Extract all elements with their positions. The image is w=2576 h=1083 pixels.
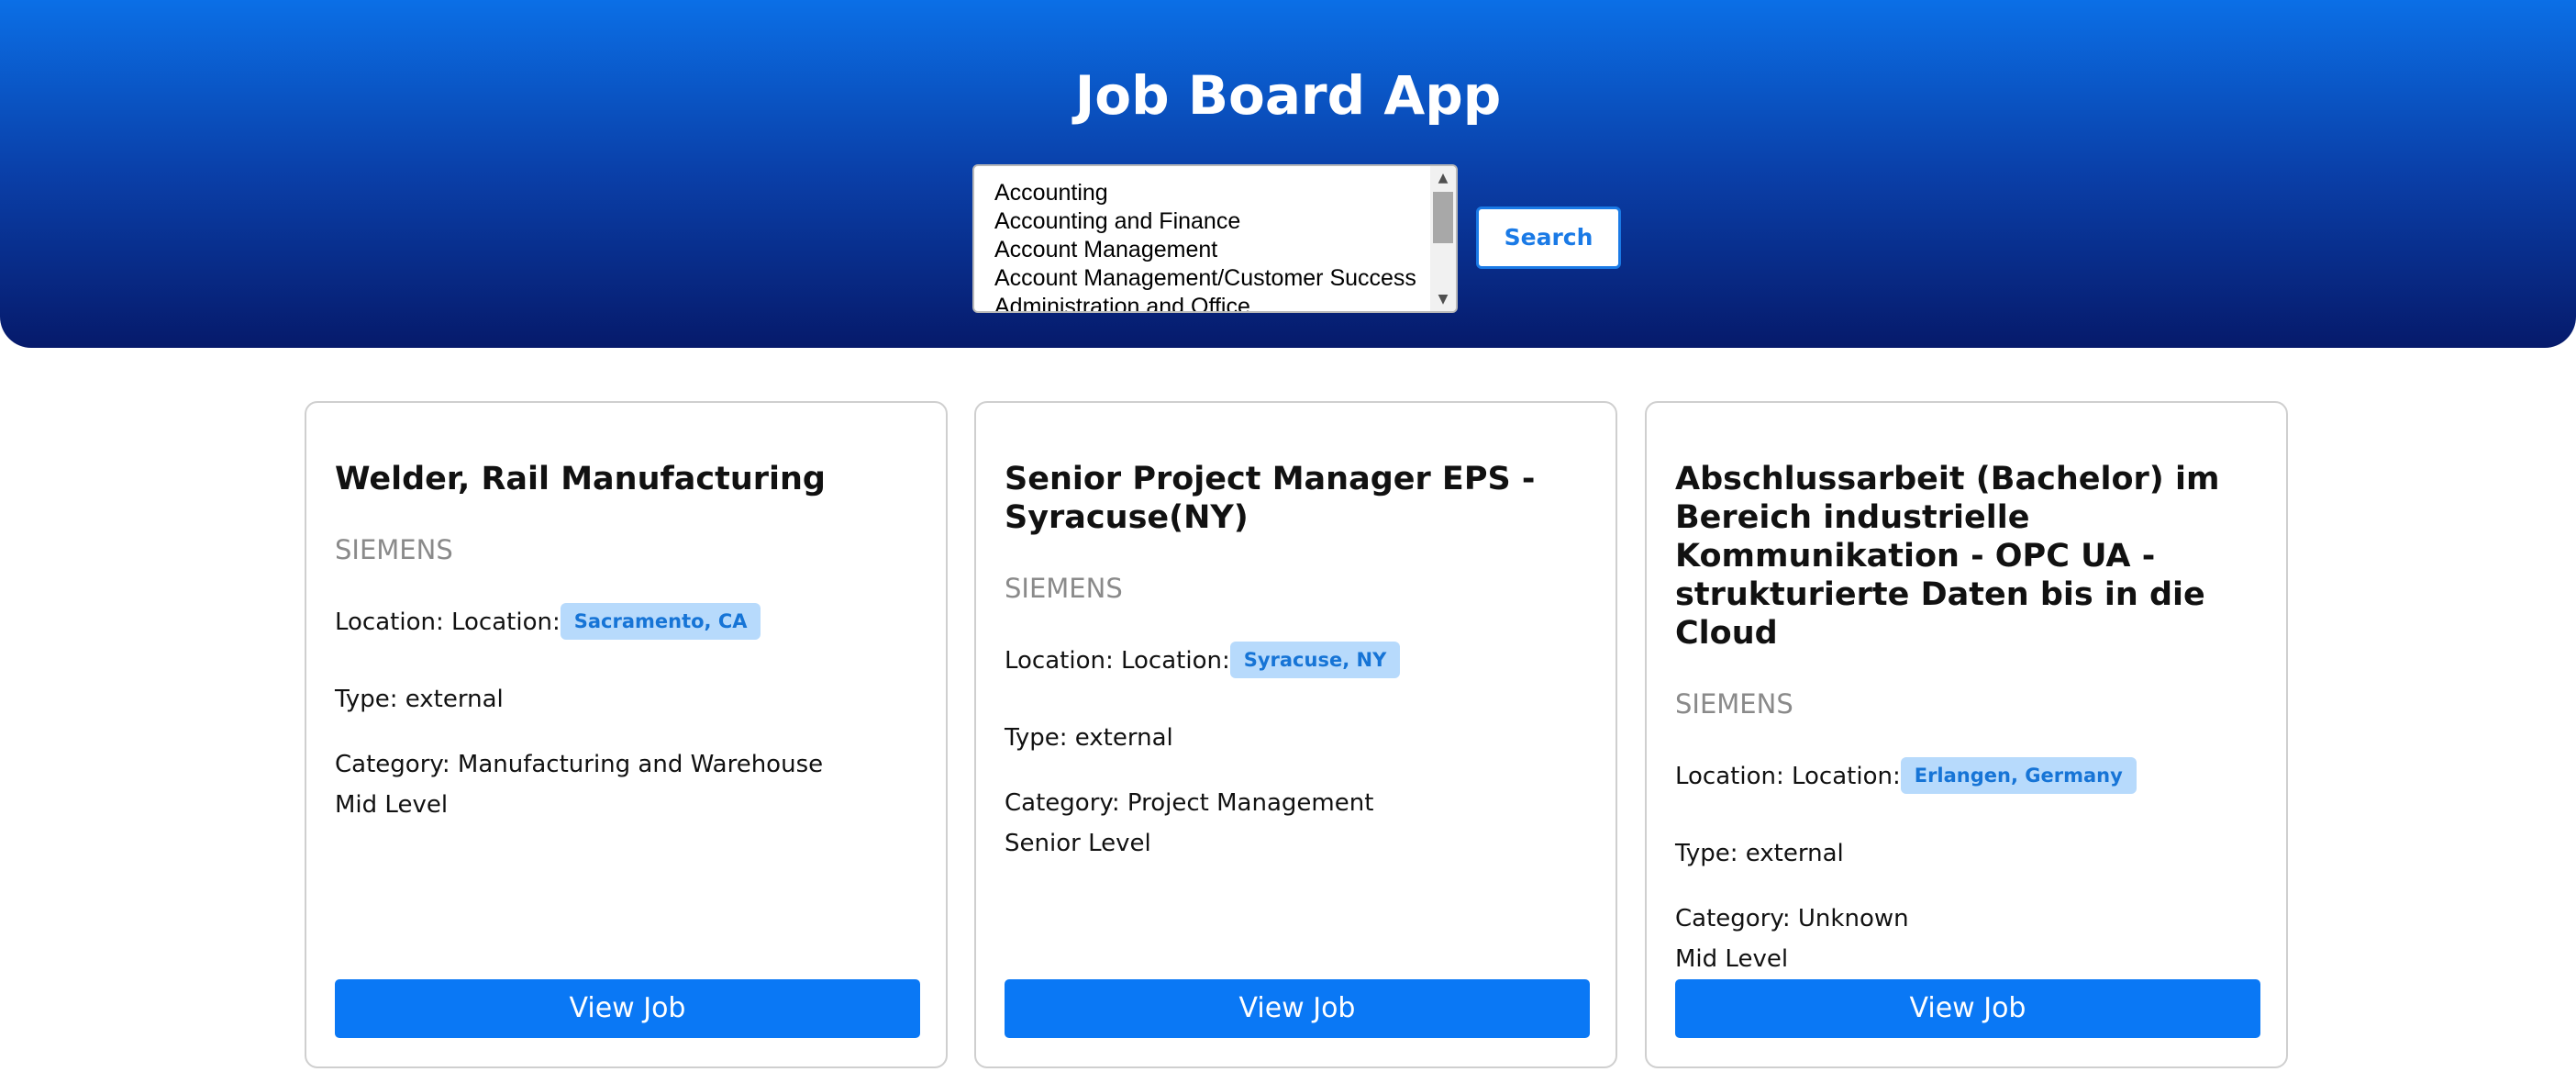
job-card: Welder, Rail Manufacturing SIEMENS Locat… bbox=[305, 401, 948, 1068]
location-badge: Sacramento, CA bbox=[560, 602, 761, 640]
category-option[interactable]: Accounting bbox=[994, 179, 1426, 207]
location-row: Location: Location: Syracuse, NY bbox=[1005, 641, 1590, 679]
company-name: SIEMENS bbox=[335, 534, 453, 565]
job-title: Welder, Rail Manufacturing bbox=[335, 461, 826, 497]
job-card: Abschlussarbeit (Bachelor) im Bereich in… bbox=[1645, 401, 2288, 1068]
scroll-down-arrow-icon[interactable]: ▼ bbox=[1430, 289, 1456, 309]
view-job-button[interactable]: View Job bbox=[335, 979, 920, 1038]
category-option[interactable]: Administration and Office bbox=[994, 293, 1426, 311]
category-option[interactable]: Account Management/Customer Success bbox=[994, 264, 1426, 293]
job-title: Senior Project Manager EPS - Syracuse(NY… bbox=[1005, 461, 1536, 536]
job-card-body: Senior Project Manager EPS - Syracuse(NY… bbox=[1005, 460, 1590, 864]
job-category: Category: Manufacturing and Warehouse bbox=[335, 751, 824, 778]
location-label: Location: Location: bbox=[1675, 763, 1901, 790]
job-card-body: Abschlussarbeit (Bachelor) im Bereich in… bbox=[1675, 460, 2260, 979]
job-card-body: Welder, Rail Manufacturing SIEMENS Locat… bbox=[335, 460, 920, 825]
view-job-button[interactable]: View Job bbox=[1005, 979, 1590, 1038]
category-option[interactable]: Account Management bbox=[994, 236, 1426, 264]
location-label: Location: Location: bbox=[335, 608, 561, 636]
job-level: Mid Level bbox=[335, 791, 449, 819]
page-header: Job Board App Accounting Accounting and … bbox=[0, 0, 2576, 348]
job-type: Type: external bbox=[335, 686, 504, 713]
company-name: SIEMENS bbox=[1675, 688, 1793, 720]
location-row: Location: Location: Sacramento, CA bbox=[335, 602, 920, 641]
category-option[interactable]: Accounting and Finance bbox=[994, 207, 1426, 236]
job-card: Senior Project Manager EPS - Syracuse(NY… bbox=[974, 401, 1617, 1068]
category-options-list[interactable]: Accounting Accounting and Finance Accoun… bbox=[994, 179, 1426, 311]
location-row: Location: Location: Erlangen, Germany bbox=[1675, 756, 2260, 795]
location-label: Location: Location: bbox=[1005, 647, 1230, 675]
job-level: Mid Level bbox=[1675, 945, 1789, 973]
job-type: Type: external bbox=[1005, 724, 1173, 752]
select-scrollbar[interactable]: ▲ ▼ bbox=[1430, 166, 1456, 311]
scroll-thumb[interactable] bbox=[1433, 192, 1453, 243]
job-card-list: Welder, Rail Manufacturing SIEMENS Locat… bbox=[305, 401, 2288, 1069]
job-level: Senior Level bbox=[1005, 830, 1151, 857]
job-type: Type: external bbox=[1675, 840, 1844, 867]
company-name: SIEMENS bbox=[1005, 573, 1123, 604]
location-badge: Erlangen, Germany bbox=[1900, 756, 2137, 794]
app-title: Job Board App bbox=[1074, 64, 1502, 127]
search-button[interactable]: Search bbox=[1476, 207, 1621, 269]
job-category: Category: Project Management bbox=[1005, 789, 1374, 817]
job-category: Category: Unknown bbox=[1675, 905, 1909, 932]
location-badge: Syracuse, NY bbox=[1229, 641, 1401, 678]
view-job-button[interactable]: View Job bbox=[1675, 979, 2260, 1038]
job-title: Abschlussarbeit (Bachelor) im Bereich in… bbox=[1675, 461, 2220, 652]
scroll-up-arrow-icon[interactable]: ▲ bbox=[1430, 168, 1456, 188]
category-select[interactable]: Accounting Accounting and Finance Accoun… bbox=[972, 164, 1458, 313]
